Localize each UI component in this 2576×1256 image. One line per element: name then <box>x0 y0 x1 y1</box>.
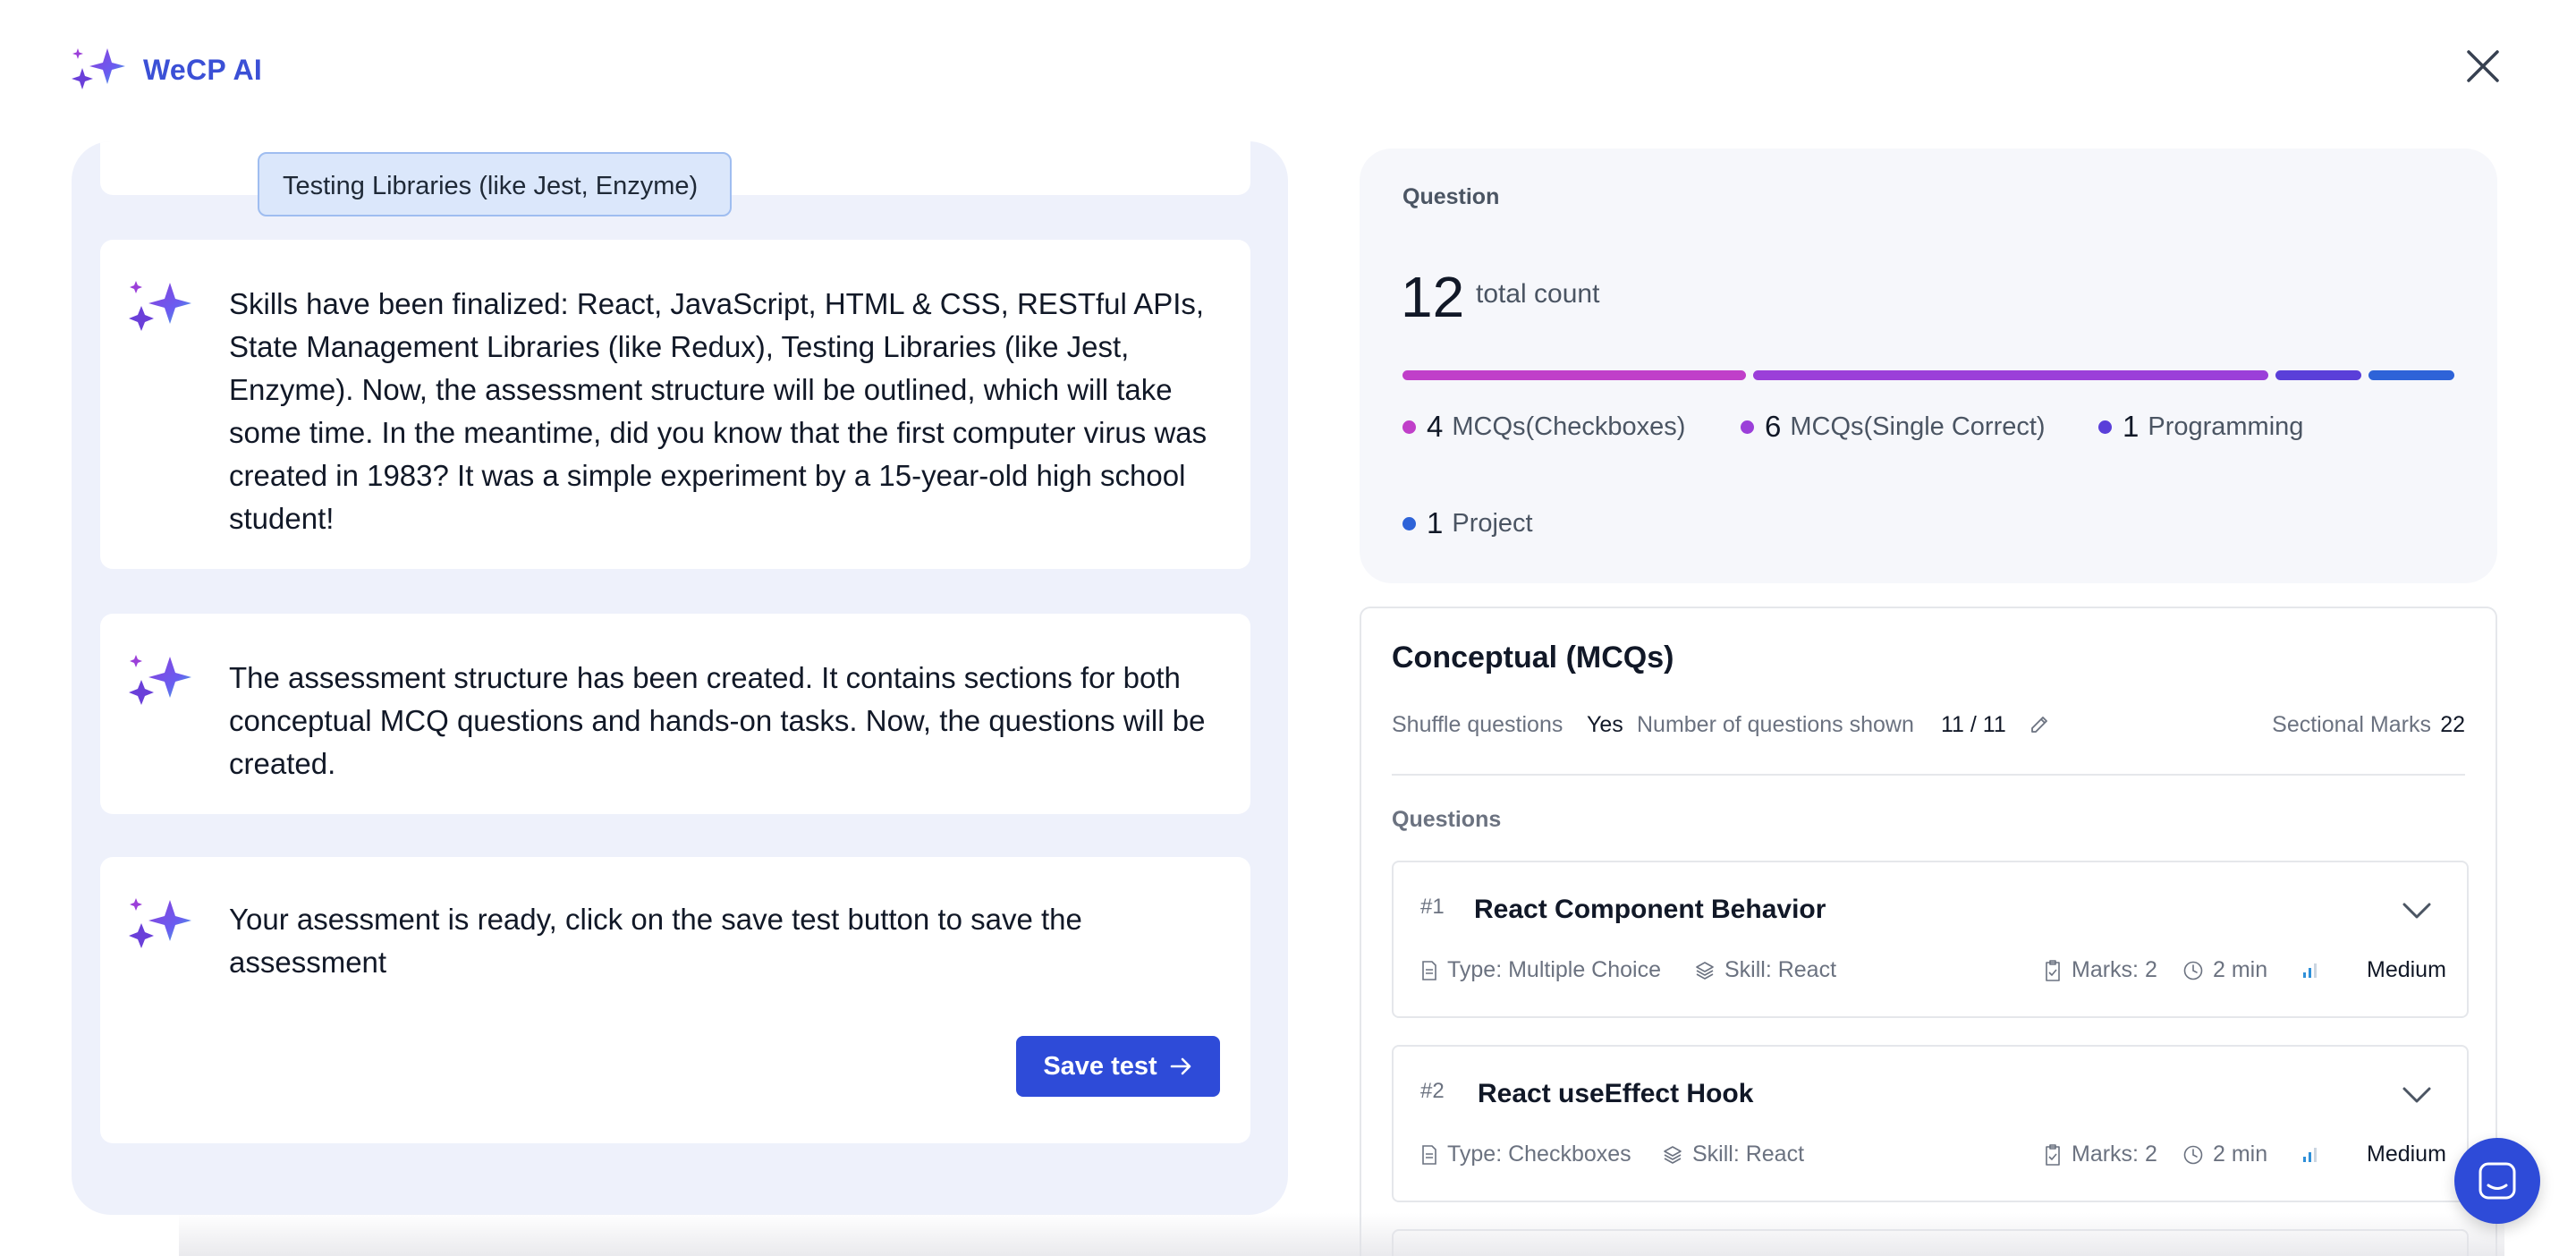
distribution-bar-segment <box>2275 370 2361 380</box>
chevron-down-icon[interactable] <box>2401 900 2433 921</box>
section-title: Conceptual (MCQs) <box>1392 641 1674 675</box>
legend-label: MCQs(Single Correct) <box>1790 412 2046 441</box>
questions-shown-label: Number of questions shown <box>1637 712 1914 737</box>
question-difficulty-label: Medium <box>2367 957 2446 982</box>
clock-icon <box>2183 961 2203 980</box>
chat-launcher-button[interactable] <box>2454 1138 2540 1224</box>
section-meta: Shuffle questions Yes Number of question… <box>1392 712 2465 744</box>
section-card: Conceptual (MCQs) Shuffle questions Yes … <box>1360 607 2497 1256</box>
total-count-label: total count <box>1476 279 1600 309</box>
legend-count: 4 <box>1427 410 1444 443</box>
distribution-bar-segment <box>2368 370 2454 380</box>
question-number: #2 <box>1420 1079 1445 1103</box>
legend-item-programming: 1 Programming <box>2098 410 2303 444</box>
chat-message: The assessment structure has been create… <box>100 614 1250 814</box>
question-type: Type: Multiple Choice <box>1420 957 1661 983</box>
question-skill: Skill: React <box>1662 1141 1804 1167</box>
sparkle-icon <box>72 48 125 89</box>
question-marks-label: Marks: 2 <box>2072 957 2157 982</box>
chat-message: Skills have been finalized: React, JavaS… <box>100 240 1250 569</box>
question-difficulty-label: Medium <box>2367 1141 2446 1167</box>
legend-item-single-correct: 6 MCQs(Single Correct) <box>1741 410 2046 444</box>
layers-icon <box>1664 1145 1682 1164</box>
questions-shown-value: 11 / 11 <box>1941 712 2006 737</box>
question-type: Type: Checkboxes <box>1420 1141 1631 1167</box>
sparkle-icon <box>129 898 191 948</box>
arrow-right-icon <box>1170 1057 1191 1075</box>
legend-dot <box>2098 420 2112 434</box>
save-test-label: Save test <box>1043 1051 1157 1081</box>
chat-icon <box>2479 1162 2516 1200</box>
legend-dot <box>1741 420 1754 434</box>
document-icon <box>1422 960 1436 980</box>
save-test-button[interactable]: Save test <box>1016 1036 1220 1097</box>
question-card[interactable]: #1 React Component Behavior Type: Multip… <box>1392 861 2469 1018</box>
question-title: React useEffect Hook <box>1478 1079 1754 1108</box>
chat-message-text: The assessment structure has been create… <box>229 661 1206 780</box>
chat-panel: Testing Libraries (like Jest, Enzyme) Sk… <box>72 141 1288 1215</box>
stats-label: Question <box>1402 184 1500 209</box>
close-icon[interactable] <box>2463 47 2503 86</box>
question-skill: Skill: React <box>1694 957 1836 983</box>
question-type-label: Type: Multiple Choice <box>1447 957 1662 982</box>
legend-item-project: 1 Project <box>1402 506 1533 540</box>
legend-item-checkboxes: 4 MCQs(Checkboxes) <box>1402 410 1685 444</box>
chat-message-partial: Testing Libraries (like Jest, Enzyme) <box>100 141 1250 216</box>
layers-icon <box>1696 961 1714 980</box>
question-time-label: 2 min <box>2213 1141 2268 1167</box>
sparkle-icon <box>129 655 191 705</box>
legend-count: 1 <box>2123 410 2140 443</box>
question-time: 2 min <box>2182 957 2267 983</box>
question-marks: Marks: 2 <box>2043 1141 2157 1167</box>
brand-logo: WeCP AI <box>70 45 262 95</box>
shuffle-label: Shuffle questions <box>1392 712 1563 737</box>
shuffle-value: Yes <box>1587 712 1623 737</box>
total-count: 12 <box>1401 265 1465 329</box>
brand-name: WeCP AI <box>143 53 263 86</box>
legend-label: Project <box>1452 508 1533 538</box>
distribution-bar-segment <box>1402 370 1746 380</box>
sectional-marks-value: 22 <box>2440 712 2465 737</box>
chat-message-text: Skills have been finalized: React, JavaS… <box>229 287 1208 535</box>
question-skill-label: Skill: React <box>1724 957 1837 982</box>
question-difficulty: Medium <box>2301 1141 2446 1167</box>
difficulty-bars-icon <box>2303 1147 2317 1162</box>
question-time: 2 min <box>2182 1141 2267 1167</box>
edit-pencil-icon[interactable] <box>2029 714 2050 735</box>
divider <box>1392 774 2465 776</box>
questions-label: Questions <box>1392 807 1502 832</box>
question-title: React Component Behavior <box>1474 895 1826 924</box>
question-marks: Marks: 2 <box>2043 957 2157 983</box>
question-marks-label: Marks: 2 <box>2072 1141 2157 1167</box>
sparkle-icon <box>129 281 191 331</box>
question-difficulty: Medium <box>2301 957 2446 983</box>
chat-message-text: Your asessment is ready, click on the sa… <box>229 903 1082 979</box>
clipboard-check-icon <box>2046 1143 2060 1166</box>
legend-label: Programming <box>2148 412 2304 441</box>
legend-label: MCQs(Checkboxes) <box>1452 412 1686 441</box>
chevron-down-icon[interactable] <box>2401 1084 2433 1106</box>
legend-count: 1 <box>1427 506 1444 539</box>
question-type-label: Type: Checkboxes <box>1447 1141 1631 1167</box>
app-header: WeCP AI <box>0 0 2576 134</box>
clock-icon <box>2183 1145 2203 1164</box>
sectional-marks-label: Sectional Marks <box>2272 712 2431 737</box>
bottom-fade <box>179 1213 2504 1256</box>
question-card[interactable]: #2 React useEffect Hook Type: Checkboxes… <box>1392 1045 2469 1202</box>
chat-message: Your asessment is ready, click on the sa… <box>100 857 1250 1143</box>
document-icon <box>1422 1144 1436 1165</box>
legend-count: 6 <box>1765 410 1782 443</box>
question-skill-label: Skill: React <box>1692 1141 1805 1167</box>
question-number: #1 <box>1420 895 1445 919</box>
distribution-bar-segment <box>1753 370 2268 380</box>
legend-dot <box>1402 420 1416 434</box>
question-stats-card: Question 12 total count 4 MCQs(Checkboxe… <box>1360 149 2497 583</box>
skill-chip: Testing Libraries (like Jest, Enzyme) <box>258 152 732 216</box>
question-time-label: 2 min <box>2213 957 2268 982</box>
legend-dot <box>1402 516 1416 530</box>
difficulty-bars-icon <box>2303 963 2317 978</box>
clipboard-check-icon <box>2046 959 2060 981</box>
